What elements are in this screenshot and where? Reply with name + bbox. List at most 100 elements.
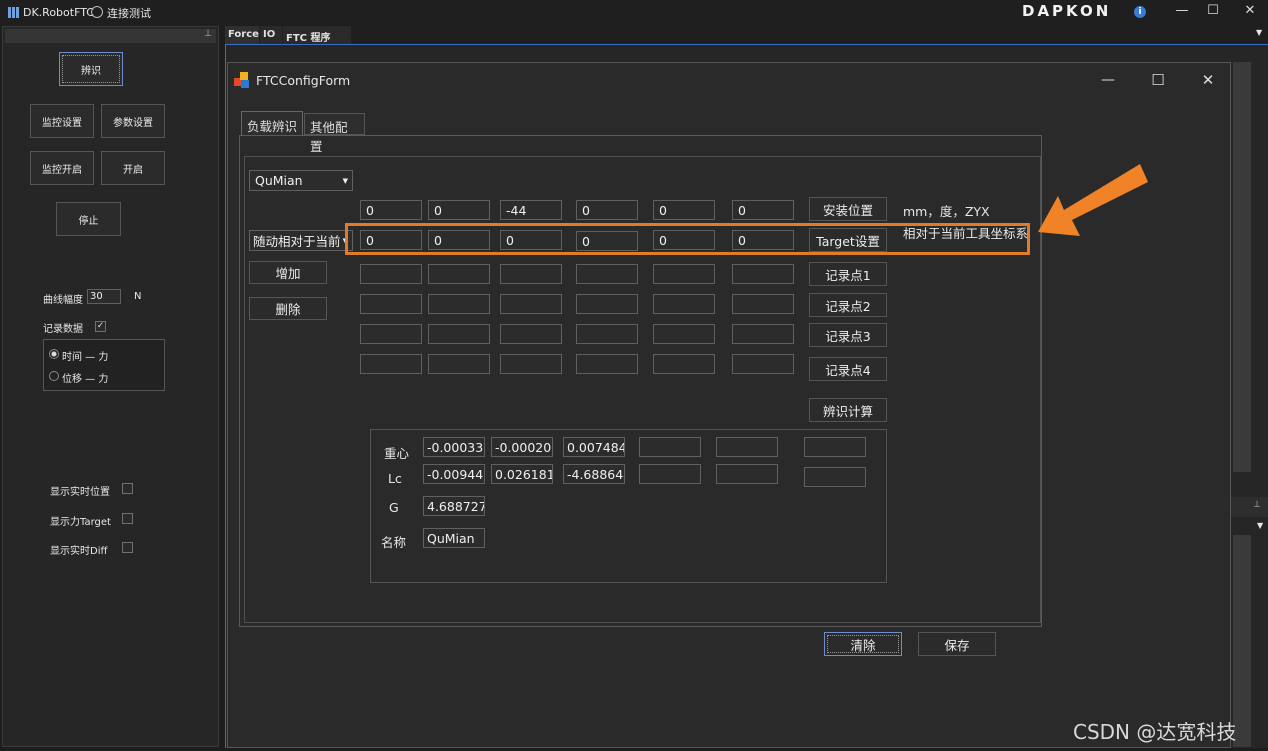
record1-field[interactable]	[576, 264, 638, 284]
cog-extra-field[interactable]	[804, 437, 866, 457]
record3-field[interactable]	[500, 324, 562, 344]
lc-y-field[interactable]: 0.026181	[491, 464, 553, 484]
form-close-icon[interactable]: ✕	[1194, 71, 1222, 89]
brand-logo: DAPKON	[1022, 2, 1112, 20]
annotation-arrow-shape	[1038, 164, 1148, 236]
minimize-icon[interactable]: —	[1168, 3, 1196, 18]
app-grid-icon	[8, 7, 19, 18]
payload-select[interactable]: QuMian ▼	[249, 170, 353, 191]
show-position-checkbox[interactable]	[122, 483, 133, 494]
install-rz-field[interactable]: 0	[576, 200, 638, 220]
record1-field[interactable]	[360, 264, 422, 284]
tab-ftc-program[interactable]: FTC 程序	[283, 26, 351, 44]
record4-field[interactable]	[428, 354, 490, 374]
record3-field[interactable]	[576, 324, 638, 344]
record4-field[interactable]	[653, 354, 715, 374]
record1-field[interactable]	[732, 264, 794, 284]
open-button[interactable]: 开启	[101, 151, 165, 185]
record2-field[interactable]	[360, 294, 422, 314]
record-data-checkbox[interactable]: ✓	[95, 321, 106, 332]
record2-field[interactable]	[653, 294, 715, 314]
show-target-checkbox[interactable]	[122, 513, 133, 524]
install-rx-field[interactable]: 0	[732, 200, 794, 220]
monitor-on-button[interactable]: 监控开启	[30, 151, 94, 185]
maximize-icon[interactable]: ☐	[1199, 3, 1227, 18]
lc-x-field[interactable]: -0.009446	[423, 464, 485, 484]
info-icon[interactable]: i	[1134, 6, 1146, 18]
name-field[interactable]: QuMian	[423, 528, 485, 548]
identify-calc-button[interactable]: 辨识计算	[809, 398, 887, 422]
clear-button[interactable]: 清除	[824, 632, 902, 656]
record-point-1-button[interactable]: 记录点1	[809, 262, 887, 286]
form-icon-blue	[241, 80, 249, 88]
record4-field[interactable]	[576, 354, 638, 374]
record3-field[interactable]	[428, 324, 490, 344]
lc-label: Lc	[388, 471, 402, 486]
save-button[interactable]: 保存	[918, 632, 996, 656]
cog-extra-field[interactable]	[639, 437, 701, 457]
pin-icon[interactable]: ⊥	[204, 29, 212, 39]
follow-mode-select-value: 随动相对于当前	[253, 234, 341, 249]
cog-extra-field[interactable]	[716, 437, 778, 457]
record4-field[interactable]	[500, 354, 562, 374]
chevron-down-icon: ▼	[342, 177, 348, 185]
add-button[interactable]: 增加	[249, 261, 327, 284]
delete-button[interactable]: 删除	[249, 297, 327, 320]
lc-extra-field[interactable]	[716, 464, 778, 484]
connection-test-menu[interactable]: 连接测试	[107, 5, 151, 21]
show-diff-label: 显示实时Diff	[50, 546, 108, 557]
follow-mode-select[interactable]: 随动相对于当前 ▼	[249, 230, 353, 251]
g-field[interactable]: 4.688727	[423, 496, 485, 516]
install-x-field[interactable]: 0	[360, 200, 422, 220]
record4-field[interactable]	[732, 354, 794, 374]
identify-button[interactable]: 辨识	[59, 52, 123, 86]
install-position-button[interactable]: 安装位置	[809, 197, 887, 221]
record1-field[interactable]	[653, 264, 715, 284]
record2-field[interactable]	[576, 294, 638, 314]
right-dropdown-icon[interactable]: ▼	[1257, 521, 1263, 530]
install-y-field[interactable]: 0	[428, 200, 490, 220]
record-point-2-button[interactable]: 记录点2	[809, 293, 887, 317]
radio-time-force[interactable]	[49, 349, 59, 359]
show-diff-checkbox[interactable]	[122, 542, 133, 553]
right-scrollbar[interactable]	[1233, 62, 1251, 472]
stop-button[interactable]: 停止	[56, 202, 121, 236]
curve-amplitude-label: 曲线幅度	[43, 295, 83, 306]
tab-other-config[interactable]: 其他配置	[304, 113, 365, 154]
curve-unit-label: N	[134, 291, 142, 302]
record-point-3-button[interactable]: 记录点3	[809, 323, 887, 347]
record3-field[interactable]	[360, 324, 422, 344]
install-z-field[interactable]: -44	[500, 200, 562, 220]
tab-dropdown-icon[interactable]: ▼	[1256, 28, 1262, 37]
record4-field[interactable]	[360, 354, 422, 374]
install-ry-field[interactable]: 0	[653, 200, 715, 220]
right-pin-icon[interactable]: ⊥	[1253, 500, 1261, 510]
tab-load-identify[interactable]: 负载辨识	[241, 111, 303, 136]
record3-field[interactable]	[732, 324, 794, 344]
lc-extra-field[interactable]	[639, 464, 701, 484]
record1-field[interactable]	[428, 264, 490, 284]
form-minimize-icon[interactable]: —	[1094, 72, 1122, 88]
cog-x-field[interactable]: -0.000330	[423, 437, 485, 457]
record2-field[interactable]	[500, 294, 562, 314]
cog-z-field[interactable]: 0.007484	[563, 437, 625, 457]
record2-field[interactable]	[428, 294, 490, 314]
lc-extra-field[interactable]	[804, 467, 866, 487]
tab-io[interactable]: IO	[260, 26, 282, 44]
close-icon[interactable]: ✕	[1236, 3, 1264, 18]
radio-disp-force[interactable]	[49, 371, 59, 381]
record-point-4-button[interactable]: 记录点4	[809, 357, 887, 381]
cog-y-field[interactable]: -0.000209	[491, 437, 553, 457]
tab-force[interactable]: Force	[225, 26, 259, 44]
right-panel-header: ⊥	[1231, 497, 1268, 517]
units-note: mm，度，ZYX	[903, 204, 990, 219]
record2-field[interactable]	[732, 294, 794, 314]
curve-amplitude-input[interactable]: 30	[87, 289, 121, 304]
monitor-settings-button[interactable]: 监控设置	[30, 104, 94, 138]
record3-field[interactable]	[653, 324, 715, 344]
param-settings-button[interactable]: 参数设置	[101, 104, 165, 138]
record1-field[interactable]	[500, 264, 562, 284]
form-maximize-icon[interactable]: ☐	[1144, 71, 1172, 89]
gauge-icon	[91, 6, 103, 18]
lc-z-field[interactable]: -4.688644	[563, 464, 625, 484]
